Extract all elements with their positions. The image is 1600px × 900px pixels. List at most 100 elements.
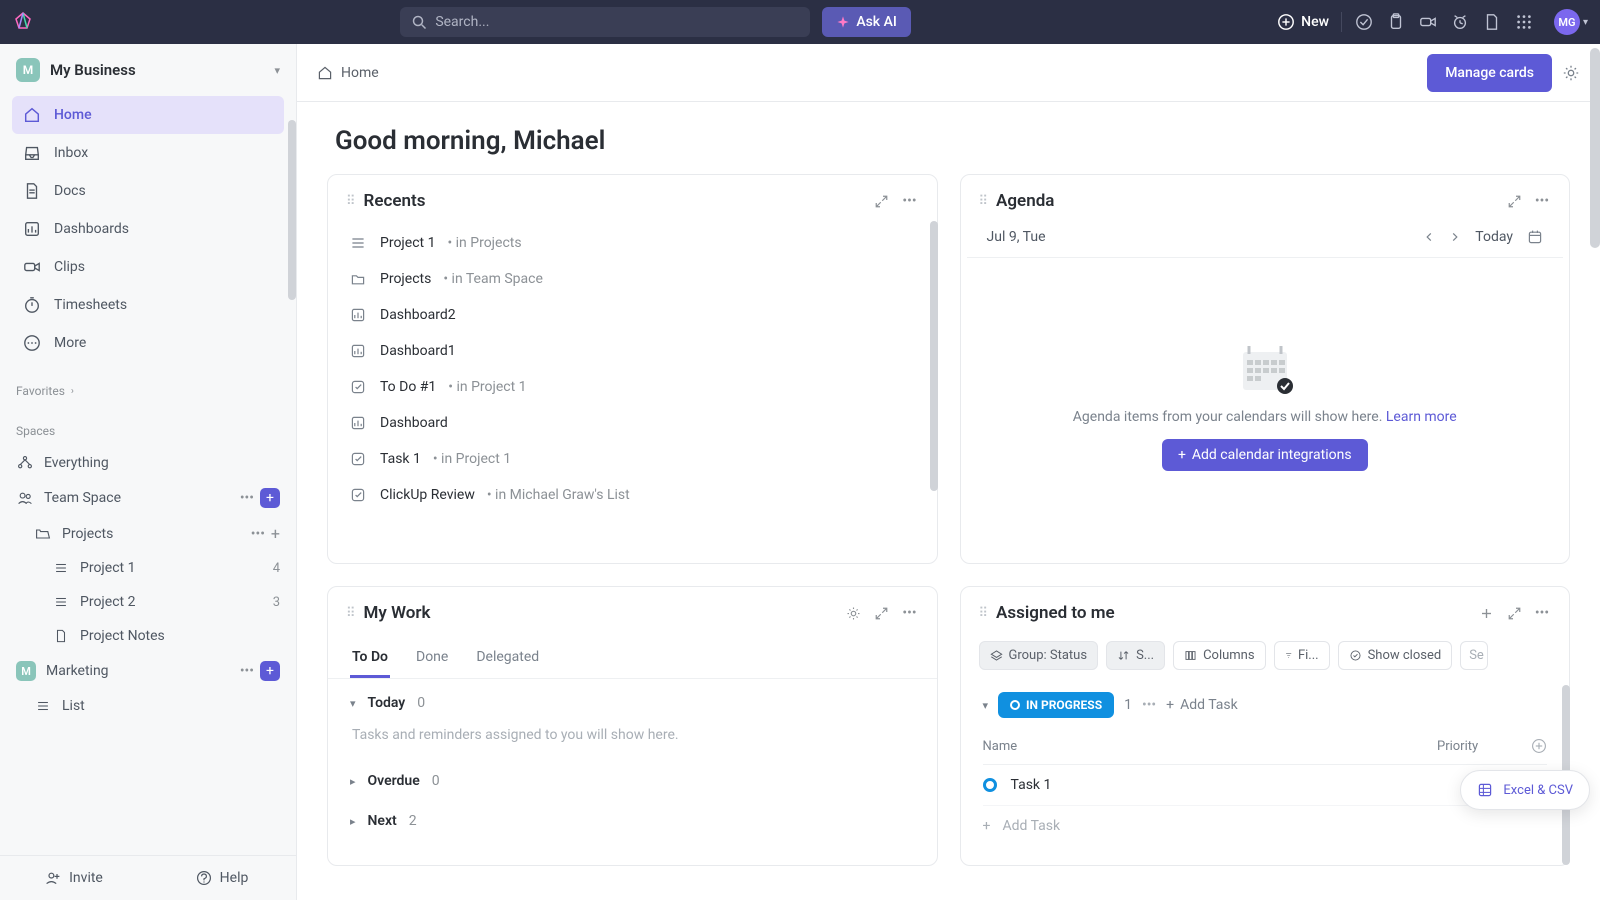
ask-ai-button[interactable]: Ask AI [822,7,911,37]
section-today[interactable]: ▾ Today 0 [350,695,915,711]
nav-home[interactable]: Home [12,96,284,134]
video-icon[interactable] [1418,12,1438,32]
chevron-down-icon[interactable]: ▾ [1583,17,1588,28]
nav-dashboards[interactable]: Dashboards [12,210,284,248]
gear-icon[interactable] [845,604,863,622]
help-icon [196,870,212,886]
more-icon[interactable]: ••• [901,192,919,210]
col-name[interactable]: Name [983,739,1438,754]
tree-marketing-space[interactable]: M Marketing ••• + [4,653,292,689]
expand-icon[interactable] [1505,604,1523,622]
drag-handle-icon[interactable]: ⠿ [346,606,354,621]
check-circle-icon[interactable] [1354,12,1374,32]
recent-item[interactable]: Dashboard2 [338,297,927,333]
nav-more[interactable]: More [12,324,284,362]
calendar-icon[interactable] [1527,229,1543,245]
help-button[interactable]: Help [148,856,296,900]
expand-icon[interactable] [1505,192,1523,210]
add-button[interactable]: + [260,661,280,681]
recents-card: ⠿ Recents ••• Project 1 • in ProjectsPro… [327,174,938,564]
today-button[interactable]: Today [1475,229,1513,245]
more-icon[interactable]: ••• [1533,604,1551,622]
add-column-button[interactable] [1517,738,1547,754]
more-icon[interactable]: ••• [251,526,265,542]
recent-item[interactable]: Projects • in Team Space [338,261,927,297]
expand-icon[interactable] [873,604,891,622]
more-icon[interactable]: ••• [240,490,254,506]
clipboard-icon[interactable] [1386,12,1406,32]
chevron-down-icon[interactable]: ▾ [983,699,989,712]
add-task-row[interactable]: + Add Task [983,806,1548,846]
status-dot-icon[interactable] [983,778,997,792]
invite-button[interactable]: Invite [0,856,148,900]
folder-icon [350,270,368,288]
sort-chip[interactable]: S... [1106,641,1165,670]
tab-todo[interactable]: To Do [350,639,390,678]
col-priority[interactable]: Priority [1437,739,1517,754]
favorites-header[interactable]: Favorites › [0,366,296,406]
tree-project-2[interactable]: Project 2 3 [4,585,292,619]
doc-icon [52,627,70,645]
recent-item[interactable]: Task 1 • in Project 1 [338,441,927,477]
page-title: Good morning, Michael [297,102,1600,174]
mini-search[interactable]: Se [1460,641,1488,670]
scrollbar-thumb[interactable] [930,221,938,491]
excel-csv-button[interactable]: Excel & CSV [1460,770,1590,810]
more-icon[interactable]: ••• [901,604,919,622]
nav-inbox[interactable]: Inbox [12,134,284,172]
drag-handle-icon[interactable]: ⠿ [979,606,987,621]
recent-item[interactable]: ClickUp Review • in Michael Graw's List [338,477,927,513]
drag-handle-icon[interactable]: ⠿ [346,194,354,209]
section-overdue[interactable]: ▸ Overdue 0 [350,773,915,789]
search-input[interactable]: Search... [400,7,810,37]
recent-item[interactable]: Dashboard [338,405,927,441]
grid-icon[interactable] [1514,12,1534,32]
next-day-button[interactable] [1449,231,1461,243]
nav-docs[interactable]: Docs [12,172,284,210]
recent-item[interactable]: To Do #1 • in Project 1 [338,369,927,405]
doc-icon[interactable] [1482,12,1502,32]
add-task-button[interactable]: + Add Task [1166,697,1238,713]
more-icon[interactable]: ••• [1142,697,1156,713]
more-icon[interactable]: ••• [240,663,254,679]
gear-icon [1562,64,1580,82]
manage-cards-button[interactable]: Manage cards [1427,54,1552,92]
columns-chip[interactable]: Columns [1173,641,1266,670]
tree-projects-folder[interactable]: Projects ••• + [4,516,292,551]
nav-timesheets[interactable]: Timesheets [12,286,284,324]
scrollbar-thumb[interactable] [288,120,296,300]
breadcrumb[interactable]: Home [317,65,379,81]
filter-chip[interactable]: Fi... [1274,641,1330,670]
more-icon[interactable]: ••• [1533,192,1551,210]
tree-list[interactable]: List [4,689,292,723]
nav-clips[interactable]: Clips [12,248,284,286]
show-closed-chip[interactable]: Show closed [1338,641,1453,670]
check-circle-icon [1349,649,1362,662]
tree-everything[interactable]: Everything [4,446,292,480]
group-chip[interactable]: Group: Status [979,641,1099,670]
plus-icon[interactable] [1477,604,1495,622]
drag-handle-icon[interactable]: ⠿ [979,194,987,209]
tree-team-space[interactable]: Team Space ••• + [4,480,292,516]
recent-item[interactable]: Dashboard1 [338,333,927,369]
section-next[interactable]: ▸ Next 2 [350,813,915,829]
add-button[interactable]: + [260,488,280,508]
scrollbar-thumb[interactable] [1590,48,1600,248]
status-pill[interactable]: IN PROGRESS [998,692,1114,718]
tab-delegated[interactable]: Delegated [474,639,541,678]
workspace-switcher[interactable]: M My Business ▾ [0,44,296,92]
add-calendar-button[interactable]: + Add calendar integrations [1162,439,1368,471]
tree-project-1[interactable]: Project 1 4 [4,551,292,585]
expand-icon[interactable] [873,192,891,210]
tab-done[interactable]: Done [414,639,450,678]
prev-day-button[interactable] [1423,231,1435,243]
add-icon[interactable]: + [271,524,280,543]
recent-item[interactable]: Project 1 • in Projects [338,225,927,261]
alarm-icon[interactable] [1450,12,1470,32]
settings-button[interactable] [1562,64,1580,82]
learn-more-link[interactable]: Learn more [1386,409,1457,425]
app-logo[interactable] [12,11,34,33]
avatar[interactable]: MG [1554,9,1580,35]
new-button[interactable]: New [1277,13,1329,31]
tree-project-notes[interactable]: Project Notes [4,619,292,653]
